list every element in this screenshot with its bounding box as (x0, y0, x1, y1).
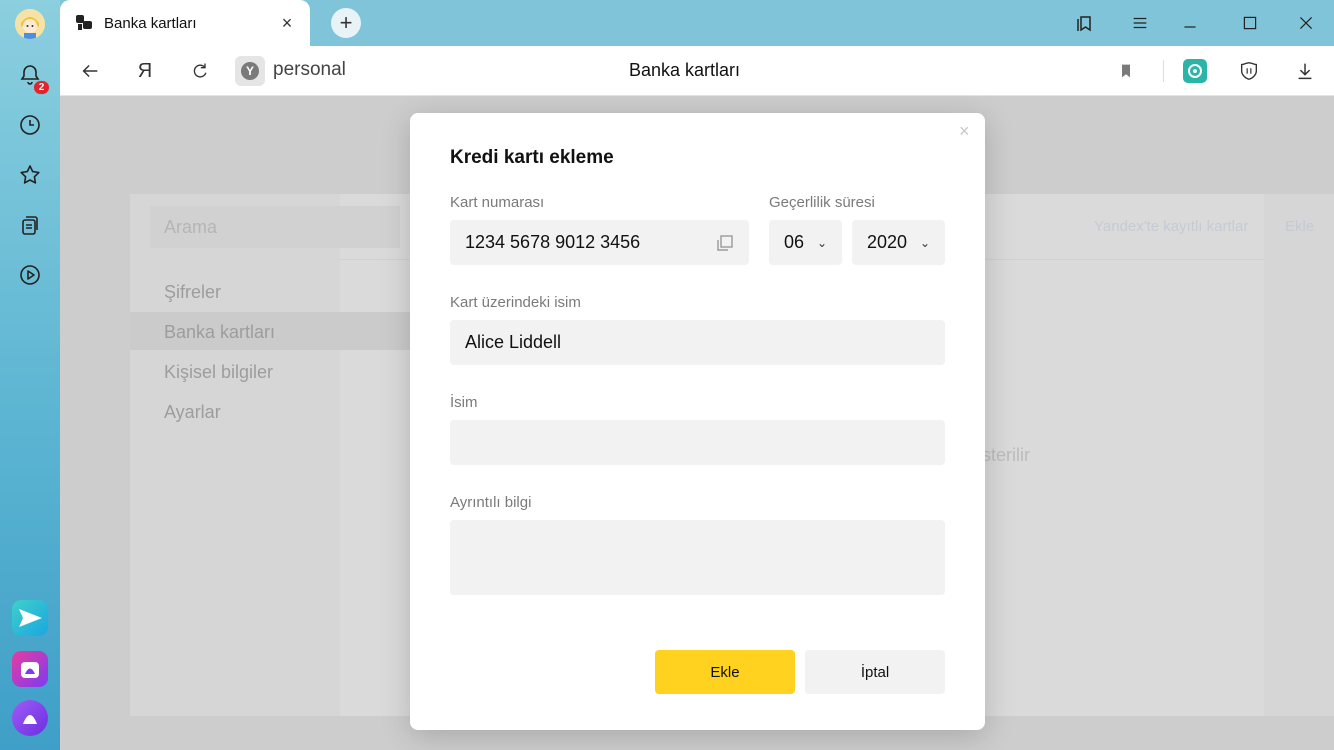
address-bar: Я Y personal Banka kartları (60, 46, 1334, 96)
minimize-icon (1184, 26, 1196, 28)
copy-icon[interactable] (715, 233, 735, 253)
dialog-close-icon[interactable]: × (959, 121, 970, 142)
star-icon (20, 165, 40, 184)
notification-badge: 2 (33, 80, 50, 95)
tab-strip: Banka kartları × + (60, 0, 1334, 46)
send-icon (19, 609, 42, 627)
alice-chat-icon (21, 662, 39, 678)
alice-chat-app-button[interactable] (12, 651, 48, 687)
collections-button[interactable] (14, 209, 46, 241)
browser-sidebar: 2 (0, 0, 60, 750)
downloads-button[interactable] (1291, 57, 1319, 85)
bookmark-button[interactable] (1112, 57, 1140, 85)
details-textarea[interactable] (450, 520, 945, 595)
menu-button[interactable] (1126, 10, 1154, 36)
toolbar-divider (1163, 60, 1164, 82)
maximize-icon (1243, 16, 1257, 30)
yandex-home-button[interactable]: Я (132, 58, 158, 84)
chevron-down-icon: ⌄ (919, 235, 930, 250)
add-credit-card-dialog: × Kredi kartı ekleme Kart numarası 1234 … (410, 113, 985, 730)
close-window-button[interactable] (1292, 10, 1320, 36)
tab-close-icon[interactable]: × (278, 13, 296, 34)
reload-button[interactable] (187, 58, 213, 84)
tab-favicon-icon (76, 15, 92, 30)
alice-assistant-button[interactable] (12, 700, 48, 736)
maximize-button[interactable] (1236, 10, 1264, 36)
name-on-card-label: Kart üzerindeki isim (450, 294, 581, 311)
add-card-link[interactable]: Ekle (1285, 218, 1314, 235)
address-text[interactable]: personal (273, 59, 346, 81)
tabs-panel-button[interactable] (1071, 10, 1099, 36)
expiry-year-value: 2020 (867, 232, 908, 252)
bookmarks-stack-icon (1077, 16, 1091, 32)
chevron-down-icon: ⌄ (816, 235, 827, 250)
media-button[interactable] (14, 259, 46, 291)
dialog-title: Kredi kartı ekleme (450, 147, 614, 168)
card-number-label: Kart numarası (450, 194, 545, 211)
arrow-left-icon (82, 64, 98, 78)
search-placeholder: Arama (164, 217, 218, 237)
menu-item-settings[interactable]: Ayarlar (164, 402, 221, 423)
menu-item-personal-info[interactable]: Kişisel bilgiler (164, 362, 273, 383)
site-badge-icon: Y (241, 62, 259, 80)
back-button[interactable] (77, 58, 103, 84)
alice-icon (23, 715, 37, 724)
collections-icon (22, 216, 38, 235)
minimize-button[interactable] (1176, 10, 1204, 36)
add-button[interactable]: Ekle (655, 650, 795, 694)
card-number-value: 1234 5678 9012 3456 (465, 232, 641, 252)
close-icon (1299, 16, 1313, 30)
site-info-button[interactable]: Y (235, 56, 265, 86)
shield-icon (1240, 62, 1258, 80)
new-tab-button[interactable]: + (331, 8, 361, 38)
refresh-icon (193, 63, 207, 78)
menu-item-bank-cards[interactable]: Banka kartları (164, 322, 275, 343)
name-label: İsim (450, 394, 478, 411)
name-field[interactable] (450, 420, 945, 465)
details-label: Ayrıntılı bilgi (450, 494, 532, 511)
tab-title: Banka kartları (104, 14, 197, 32)
download-icon (1298, 63, 1312, 80)
history-button[interactable] (14, 109, 46, 141)
saved-cards-link[interactable]: Yandex'te kayıtlı kartlar (1094, 218, 1248, 235)
bookmark-icon (1122, 64, 1130, 78)
menu-item-passwords[interactable]: Şifreler (164, 282, 221, 303)
profile-avatar[interactable] (15, 9, 45, 39)
favorites-button[interactable] (14, 159, 46, 191)
expiry-month-value: 06 (784, 232, 805, 252)
extension-button[interactable] (1181, 57, 1209, 85)
cancel-button[interactable]: İptal (805, 650, 945, 694)
expiry-label: Geçerlilik süresi (769, 194, 875, 211)
expiry-year-select[interactable]: 2020 ⌄ (852, 220, 945, 265)
clock-icon (20, 115, 40, 135)
avatar-icon (15, 9, 45, 39)
name-on-card-value: Alice Liddell (465, 332, 562, 352)
hamburger-icon (1133, 17, 1147, 29)
extension-gear-icon (1183, 59, 1207, 83)
card-number-field[interactable]: 1234 5678 9012 3456 (450, 220, 749, 265)
name-on-card-field[interactable]: Alice Liddell (450, 320, 945, 365)
protect-button[interactable] (1235, 57, 1263, 85)
play-icon (20, 265, 40, 285)
expiry-month-select[interactable]: 06 ⌄ (769, 220, 842, 265)
messenger-app-button[interactable] (12, 600, 48, 636)
page-title: Banka kartları (629, 60, 741, 80)
tab-bank-cards[interactable]: Banka kartları × (60, 0, 310, 46)
